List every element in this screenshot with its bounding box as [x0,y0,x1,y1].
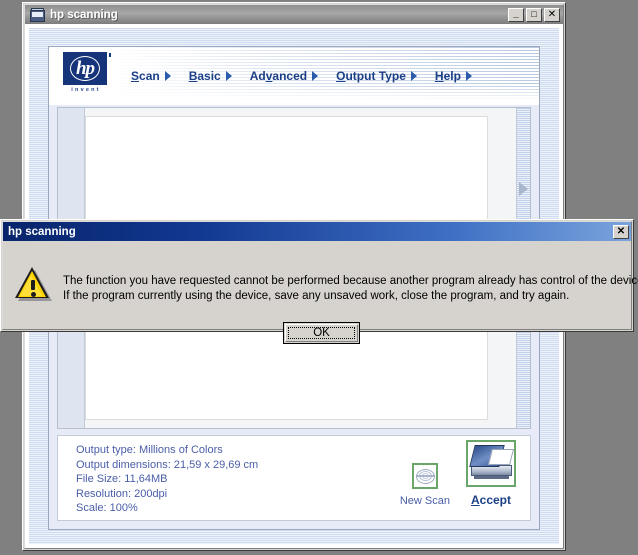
info-file-size: File Size: 11,64MB [76,473,168,486]
menu-item-advanced[interactable]: Advanced [249,69,319,83]
window-controls: _ □ ✕ [508,7,561,22]
menu-label-basic: Basic [188,69,221,83]
ok-button[interactable]: OK [285,324,358,342]
logo-tick [109,53,111,57]
dialog-titlebar[interactable]: hp scanning ✕ [3,222,631,241]
new-scan-icon [415,467,435,486]
close-icon: ✕ [616,225,626,237]
dialog-close-button[interactable]: ✕ [613,224,629,239]
menu-label-output-type: Output Type [336,69,406,83]
close-button[interactable]: ✕ [544,7,560,22]
menu-label-help: Help [434,69,461,83]
new-scan-button[interactable]: New Scan [400,463,450,507]
dialog-message-line-2: If the program currently using the devic… [63,290,570,302]
accept-icon-frame [466,440,516,487]
menu-label-advanced: Advanced [249,69,308,83]
panel-header: hp invent Scan Basic Advanced Output Typ… [49,47,539,105]
dialog-message: The function you have requested cannot b… [63,274,638,304]
minimize-button[interactable]: _ [508,7,524,22]
info-resolution: Resolution: 200dpi [76,487,168,500]
chevron-right-icon [312,71,319,81]
accept-button[interactable]: Accept [466,440,516,507]
window-titlebar[interactable]: hp scanning _ □ ✕ [25,5,563,24]
screen: hp scanning _ □ ✕ hp invent Scan Basic A… [0,0,638,555]
ok-button-default-outline: OK [283,322,360,344]
maximize-button[interactable]: □ [526,7,542,22]
chevron-right-icon [410,71,417,81]
dialog-body: The function you have requested cannot b… [3,241,638,344]
logo-wordmark: hp [75,57,95,79]
window-title: hp scanning [50,8,118,21]
menu-item-output-type[interactable]: Output Type [336,69,417,83]
dialog-message-line-1: The function you have requested cannot b… [63,275,638,287]
info-scale: Scale: 100% [76,502,138,515]
info-output-type: Output type: Millions of Colors [76,444,223,456]
menu-item-help[interactable]: Help [435,69,472,83]
error-dialog: hp scanning ✕ The function you have requ… [0,219,638,344]
scanner-accept-icon [469,443,514,484]
warning-icon [15,267,53,301]
new-scan-label: New Scan [399,495,450,507]
main-menubar: Scan Basic Advanced Output Type Help [131,47,539,105]
chevron-right-icon [225,71,232,81]
scanner-icon [30,7,45,22]
close-icon: ✕ [547,8,557,20]
output-info-list: Output type: Millions of Colors Output d… [76,443,258,516]
accept-label: Accept [470,493,512,507]
chevron-right-icon [164,71,171,81]
dialog-title: hp scanning [8,225,76,238]
menu-label-scan: Scan [131,69,160,83]
minimize-icon: _ [513,7,519,19]
menu-item-scan[interactable]: Scan [131,69,171,83]
hp-logo: hp invent [63,52,111,100]
chevron-right-icon[interactable] [519,182,528,196]
ok-button-label: OK [288,327,355,339]
new-scan-icon-frame [411,463,438,489]
action-buttons: New Scan Accept [400,440,516,507]
chevron-right-icon [465,71,472,81]
output-info-panel: Output type: Millions of Colors Output d… [57,435,531,521]
logo-tagline: invent [71,87,101,93]
maximize-icon: □ [531,9,537,19]
menu-item-basic[interactable]: Basic [189,69,232,83]
info-output-dimensions: Output dimensions: 21,59 x 29,69 cm [76,458,259,471]
